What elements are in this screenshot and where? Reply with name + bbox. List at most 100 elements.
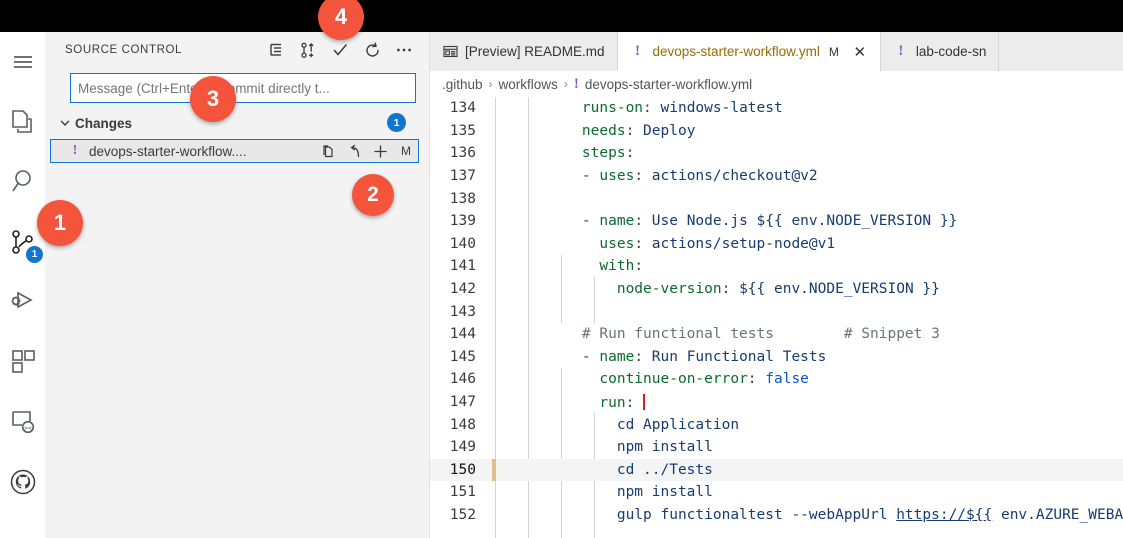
svg-text:><: >< <box>24 424 32 432</box>
callout-badge-1: 1 <box>37 200 83 246</box>
discard-changes-icon[interactable] <box>346 143 363 160</box>
code-line[interactable]: 144 # Run functional tests # Snippet 3 <box>430 323 1123 346</box>
chevron-right-icon: › <box>563 77 568 91</box>
line-number: 143 <box>449 303 476 320</box>
line-number: 149 <box>449 439 476 456</box>
code-line[interactable]: 149 npm install <box>430 436 1123 459</box>
code-text: # Run functional tests # Snippet 3 <box>581 326 940 343</box>
changes-count-badge: 1 <box>387 113 406 132</box>
tab-label: [Preview] README.md <box>465 44 605 59</box>
code-line[interactable]: 151 npm install <box>430 481 1123 504</box>
code-line[interactable]: 152 gulp functionaltest --webAppUrl http… <box>430 504 1123 527</box>
scm-file-name: devops-starter-workflow.... <box>89 143 247 159</box>
gutter-spacer <box>492 187 496 210</box>
code-text: cd ../Tests <box>616 461 713 478</box>
editor-group: [Preview] README.md ! devops-starter-wor… <box>430 32 1123 538</box>
remote-explorer-icon[interactable]: >< <box>0 392 45 452</box>
new-branch-icon[interactable] <box>299 41 317 59</box>
line-number: 136 <box>449 145 476 162</box>
code-text: - name: Use Node.js ${{ env.NODE_VERSION… <box>547 213 958 230</box>
warning-icon: ! <box>72 143 78 158</box>
code-line[interactable]: 148 cd Application <box>430 413 1123 436</box>
chevron-down-icon <box>57 115 73 131</box>
code-text: npm install <box>616 484 713 501</box>
source-control-badge: 1 <box>26 246 43 263</box>
source-control-panel: SOURCE CONTROL Message (Ctrl+Enter to co… <box>45 32 430 538</box>
scm-resource-row[interactable]: ! devops-starter-workflow.... M <box>50 139 419 163</box>
tab-lab-code-snippets[interactable]: ! lab-code-sn <box>880 32 1000 71</box>
line-number: 145 <box>449 348 476 365</box>
tab-bar: [Preview] README.md ! devops-starter-wor… <box>430 32 1123 71</box>
code-line[interactable]: 134 runs-on: windows-latest <box>430 97 1123 120</box>
breadcrumb: .github › workflows › ! devops-starter-w… <box>430 71 1123 97</box>
line-number: 152 <box>449 506 476 523</box>
code-line[interactable]: 143 <box>430 300 1123 323</box>
breadcrumb-item-workflows[interactable]: workflows <box>499 77 558 92</box>
code-line[interactable]: 137 - uses: actions/checkout@v2 <box>430 165 1123 188</box>
commit-check-icon[interactable] <box>331 41 349 59</box>
code-text: - uses: actions/checkout@v2 <box>547 168 818 185</box>
code-line[interactable]: 138 <box>430 187 1123 210</box>
line-number: 134 <box>449 100 476 117</box>
line-number: 150 <box>449 461 476 478</box>
explorer-icon[interactable] <box>0 92 45 152</box>
changes-group-header[interactable]: Changes 1 <box>45 111 429 135</box>
view-as-tree-icon[interactable] <box>267 41 285 59</box>
code-text: run: <box>599 393 646 411</box>
code-text: runs-on: windows-latest <box>581 100 783 117</box>
scm-row-actions: M <box>320 143 418 160</box>
code-line[interactable]: 135 needs: Deploy <box>430 120 1123 143</box>
panel-title: SOURCE CONTROL <box>65 44 183 56</box>
preview-icon <box>442 44 458 60</box>
code-line[interactable]: 136 steps: <box>430 142 1123 165</box>
more-actions-icon[interactable] <box>395 41 413 59</box>
code-text: npm install <box>616 439 713 456</box>
github-icon[interactable] <box>0 452 45 512</box>
commit-message-box[interactable] <box>70 73 416 103</box>
line-number: 135 <box>449 122 476 139</box>
search-icon[interactable] <box>0 152 45 212</box>
code-line[interactable]: 145 - name: Run Functional Tests <box>430 346 1123 369</box>
tab-readme-preview[interactable]: [Preview] README.md <box>430 32 618 71</box>
extensions-icon[interactable] <box>0 332 45 392</box>
code-line[interactable]: 139 - name: Use Node.js ${{ env.NODE_VER… <box>430 210 1123 233</box>
tab-devops-starter-workflow[interactable]: ! devops-starter-workflow.yml M ✕ <box>617 32 881 71</box>
code-editor[interactable]: 134 runs-on: windows-latest 135 needs: De… <box>430 97 1123 538</box>
line-number: 139 <box>449 213 476 230</box>
code-line[interactable]: 150 cd ../Tests <box>430 458 1123 482</box>
tab-label: devops-starter-workflow.yml <box>652 44 820 59</box>
code-line[interactable]: 141 with: <box>430 255 1123 278</box>
warning-icon: ! <box>635 43 641 59</box>
title-bar <box>0 0 1123 32</box>
line-number: 141 <box>449 258 476 275</box>
code-line[interactable]: 146 continue-on-error: false <box>430 368 1123 391</box>
menu-icon[interactable] <box>0 32 45 92</box>
code-line[interactable]: 140 uses: actions/setup-node@v1 <box>430 233 1123 256</box>
changes-group-label: Changes <box>75 115 133 131</box>
vscode-window: 1 >< SOURCE CONTROL Message (Ctrl+Enter … <box>0 0 1123 538</box>
line-number: 138 <box>449 190 476 207</box>
close-icon[interactable]: ✕ <box>852 44 868 61</box>
run-debug-icon[interactable] <box>0 272 45 332</box>
commit-message-input[interactable] <box>78 80 408 96</box>
gutter-spacer <box>492 300 496 323</box>
warning-icon: ! <box>898 43 904 59</box>
code-text: continue-on-error: false <box>599 371 809 388</box>
breadcrumb-item-file[interactable]: devops-starter-workflow.yml <box>585 77 752 92</box>
code-line[interactable]: 147 run: <box>430 391 1123 414</box>
code-lines: 134 runs-on: windows-latest 135 needs: De… <box>430 97 1123 526</box>
breadcrumb-item-github[interactable]: .github <box>442 77 483 92</box>
code-line[interactable]: 142 node-version: ${{ env.NODE_VERSION }… <box>430 278 1123 301</box>
line-number: 140 <box>449 235 476 252</box>
refresh-icon[interactable] <box>363 41 381 59</box>
sidebar-header-actions <box>267 41 417 59</box>
code-text: uses: actions/setup-node@v1 <box>599 235 836 252</box>
warning-icon: ! <box>573 75 579 92</box>
line-number: 151 <box>449 484 476 501</box>
line-number: 147 <box>449 394 476 411</box>
activity-bar: 1 >< <box>0 32 45 538</box>
stage-changes-icon[interactable] <box>372 143 389 160</box>
code-text: steps: <box>581 145 635 162</box>
open-file-icon[interactable] <box>320 143 337 160</box>
tab-label: lab-code-sn <box>915 44 987 59</box>
